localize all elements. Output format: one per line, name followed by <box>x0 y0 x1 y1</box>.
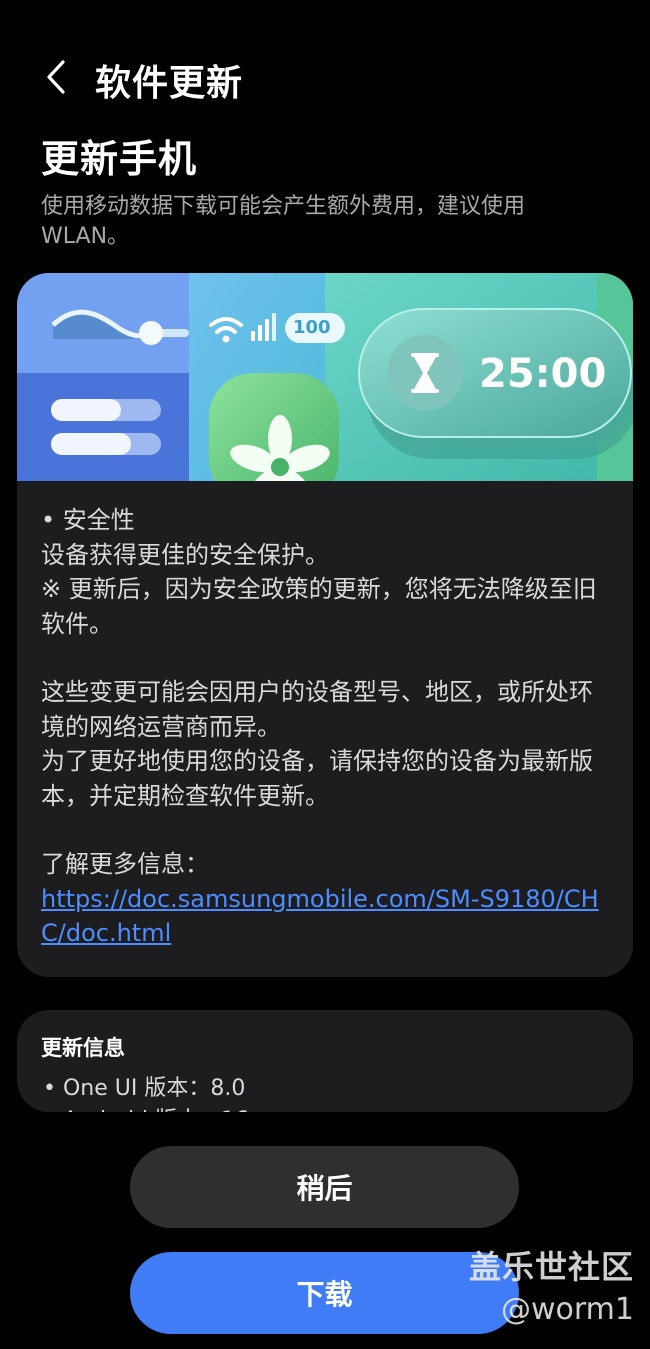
battery-percent: 100 <box>293 317 331 338</box>
update-info-title: 更新信息 <box>41 1036 125 1060</box>
app-header: 软件更新 <box>0 40 650 116</box>
update-info-card: 更新信息 • One UI 版本：8.0 • Android 版本：16 <box>17 1010 633 1112</box>
fan-tile <box>209 373 339 481</box>
security-warning: ※ 更新后，因为安全政策的更新，您将无法降级至旧软件。 <box>41 575 597 638</box>
mobile-data-warning: 使用移动数据下载可能会产生额外费用，建议使用WLAN。 <box>41 194 526 249</box>
android-version: • Android 版本：16 <box>43 1102 249 1112</box>
release-notes: • 安全性 设备获得更佳的安全保护。 ※ 更新后，因为安全政策的更新，您将无法降… <box>41 503 611 951</box>
security-heading: • 安全性 <box>41 506 135 534</box>
page-title: 更新手机 <box>41 137 198 181</box>
header-title: 软件更新 <box>95 63 244 104</box>
release-notes-card: 100 25:00 • 安全性 设备获得更佳的安全保护。 ※ 更新后，因为安全政… <box>17 273 633 977</box>
feature-banner: 100 25:00 <box>17 273 633 481</box>
changes-note: 这些变更可能会因用户的设备型号、地区，或所处环境的网络运营商而异。 <box>41 678 593 741</box>
later-button[interactable]: 稍后 <box>130 1146 519 1228</box>
keep-updated-note: 为了更好地使用您的设备，请保持您的设备为最新版本，并定期检查软件更新。 <box>41 747 593 810</box>
download-button[interactable]: 下载 <box>130 1252 519 1334</box>
security-description: 设备获得更佳的安全保护。 <box>41 540 329 569</box>
chevron-left-icon <box>47 60 65 94</box>
one-ui-version: • One UI 版本：8.0 <box>43 1076 246 1101</box>
back-button[interactable] <box>36 52 76 102</box>
timer-readout: 25:00 <box>479 351 607 397</box>
more-info-label: 了解更多信息： <box>41 850 209 878</box>
more-info-link[interactable]: https://doc.samsungmobile.com/SM-S9180/C… <box>41 885 599 948</box>
